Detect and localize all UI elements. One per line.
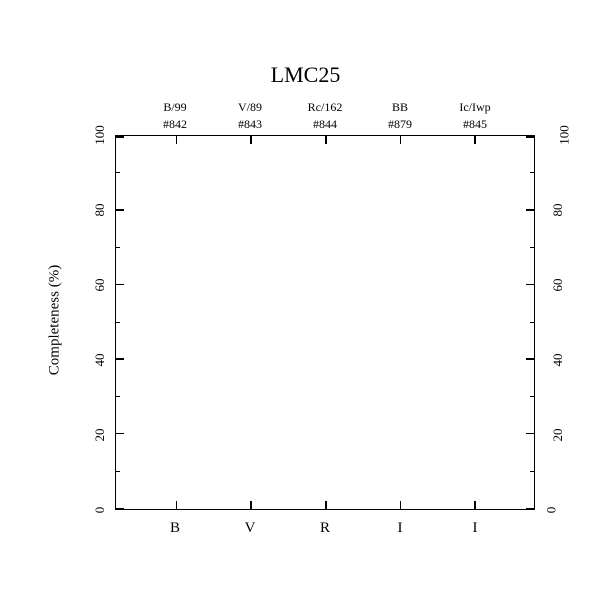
chart-title: LMC25 bbox=[0, 62, 611, 88]
ytick-left: 80 bbox=[92, 204, 108, 217]
col-header-top: V/89 bbox=[238, 100, 262, 115]
col-header-top: B/99 bbox=[163, 100, 186, 115]
xtick: I bbox=[473, 520, 478, 537]
ytick-left: 20 bbox=[92, 429, 108, 442]
col-header-top: Ic/Iwp bbox=[459, 100, 490, 115]
col-header-top: Rc/162 bbox=[308, 100, 343, 115]
col-header-num: #843 bbox=[238, 117, 262, 132]
ytick-right: 20 bbox=[550, 429, 566, 442]
xtick: I bbox=[398, 520, 403, 537]
ytick-right: 40 bbox=[550, 354, 566, 367]
ytick-left: 100 bbox=[92, 125, 108, 145]
plot-area bbox=[115, 135, 535, 510]
ytick-left: 60 bbox=[92, 279, 108, 292]
col-header-top: BB bbox=[392, 100, 408, 115]
ytick-right: 80 bbox=[550, 204, 566, 217]
col-header-num: #842 bbox=[163, 117, 187, 132]
col-header-num: #845 bbox=[463, 117, 487, 132]
ytick-left: 40 bbox=[92, 354, 108, 367]
xtick: B bbox=[170, 520, 180, 537]
ytick-right: 60 bbox=[550, 279, 566, 292]
ytick-right: 0 bbox=[544, 507, 560, 514]
y-axis-label: Completeness (%) bbox=[47, 265, 64, 375]
xtick: R bbox=[320, 520, 330, 537]
xtick: V bbox=[245, 520, 256, 537]
col-header-num: #879 bbox=[388, 117, 412, 132]
ytick-left: 0 bbox=[92, 507, 108, 514]
col-header-num: #844 bbox=[313, 117, 337, 132]
ytick-right: 100 bbox=[557, 125, 573, 145]
